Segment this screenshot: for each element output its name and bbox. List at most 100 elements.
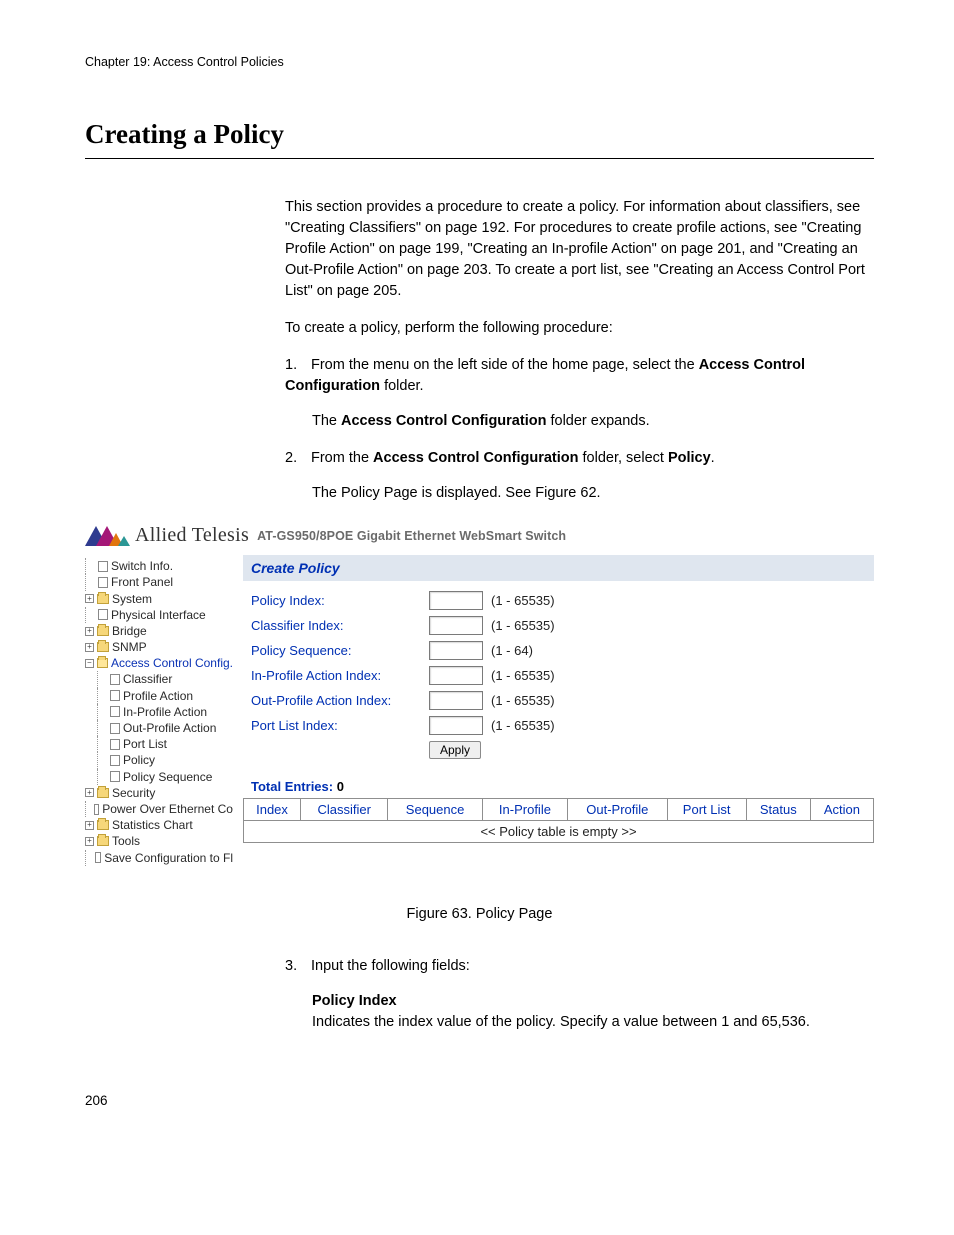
input-policy-index[interactable] (429, 591, 483, 610)
tree-bridge[interactable]: Bridge (112, 623, 147, 639)
tree-system[interactable]: System (112, 591, 152, 607)
page-icon (98, 561, 108, 572)
tree-snmp[interactable]: SNMP (112, 639, 147, 655)
intro-paragraph: This section provides a procedure to cre… (285, 197, 874, 302)
page-icon (98, 577, 108, 588)
col-classifier: Classifier (301, 799, 388, 821)
folder-icon (97, 788, 109, 798)
step-3-text: Input the following fields: (311, 958, 470, 974)
panel-title: Create Policy (251, 560, 340, 576)
step-3: 3.Input the following fields: Policy Ind… (285, 956, 874, 1033)
page-icon (110, 706, 120, 717)
product-header: Allied Telesis AT-GS950/8POE Gigabit Eth… (85, 524, 874, 547)
tree-access-control-config[interactable]: Access Control Config. (111, 655, 233, 671)
col-sequence: Sequence (388, 799, 482, 821)
col-in-profile: In-Profile (482, 799, 567, 821)
policy-table: Index Classifier Sequence In-Profile Out… (243, 798, 874, 843)
input-policy-sequence[interactable] (429, 641, 483, 660)
page-icon (110, 739, 120, 750)
step-2: 2.From the Access Control Configuration … (285, 448, 874, 504)
col-out-profile: Out-Profile (568, 799, 667, 821)
label-policy-sequence: Policy Sequence: (251, 643, 429, 658)
figure-policy-page: Allied Telesis AT-GS950/8POE Gigabit Eth… (85, 524, 874, 922)
total-entries: Total Entries: 0 (251, 779, 874, 794)
tree-out-profile-action[interactable]: Out-Profile Action (123, 720, 216, 736)
product-label: AT-GS950/8POE Gigabit Ethernet WebSmart … (257, 529, 566, 543)
input-classifier-index[interactable] (429, 616, 483, 635)
tree-profile-action[interactable]: Profile Action (123, 688, 193, 704)
range-classifier-index: (1 - 65535) (491, 618, 555, 633)
step-2-result: The Policy Page is displayed. See Figure… (312, 483, 874, 504)
expand-icon[interactable]: + (85, 837, 94, 846)
tree-tools[interactable]: Tools (112, 833, 140, 849)
tree-save-config[interactable]: Save Configuration to Fl (104, 850, 233, 866)
page-icon (94, 804, 100, 815)
col-index: Index (244, 799, 301, 821)
step-1: 1.From the menu on the left side of the … (285, 355, 874, 432)
running-header: Chapter 19: Access Control Policies (85, 55, 874, 69)
tree-poe[interactable]: Power Over Ethernet Co (102, 801, 233, 817)
title-rule (85, 158, 874, 159)
col-action: Action (810, 799, 873, 821)
label-classifier-index: Classifier Index: (251, 618, 429, 633)
page-icon (110, 771, 120, 782)
input-out-profile-index[interactable] (429, 691, 483, 710)
tree-front-panel[interactable]: Front Panel (111, 574, 173, 590)
folder-icon (97, 626, 109, 636)
step-1-result: The Access Control Configuration folder … (312, 411, 874, 432)
apply-button[interactable]: Apply (429, 741, 481, 759)
range-port-list-index: (1 - 65535) (491, 718, 555, 733)
step-2-num: 2. (285, 448, 311, 469)
range-policy-index: (1 - 65535) (491, 593, 555, 608)
step-1-num: 1. (285, 355, 311, 376)
label-out-profile-index: Out-Profile Action Index: (251, 693, 429, 708)
step-3-num: 3. (285, 956, 311, 977)
field-definition-policy-index: Policy Index Indicates the index value o… (312, 991, 874, 1033)
folder-icon (97, 594, 109, 604)
page-icon (95, 852, 102, 863)
input-port-list-index[interactable] (429, 716, 483, 735)
folder-icon (97, 642, 109, 652)
step-2-text: From the Access Control Configuration fo… (311, 450, 715, 466)
tree-classifier[interactable]: Classifier (123, 671, 172, 687)
tree-policy[interactable]: Policy (123, 752, 155, 768)
figure-caption: Figure 63. Policy Page (85, 906, 874, 922)
folder-open-icon (97, 658, 108, 668)
expand-icon[interactable]: + (85, 788, 94, 797)
col-status: Status (746, 799, 810, 821)
expand-icon[interactable]: + (85, 643, 94, 652)
expand-icon[interactable]: + (85, 594, 94, 603)
field-name: Policy Index (312, 991, 874, 1012)
folder-icon (97, 836, 109, 846)
label-port-list-index: Port List Index: (251, 718, 429, 733)
page-icon (98, 609, 108, 620)
page-icon (110, 674, 120, 685)
tree-statistics-chart[interactable]: Statistics Chart (112, 817, 193, 833)
tree-switch-info[interactable]: Switch Info. (111, 558, 173, 574)
label-in-profile-index: In-Profile Action Index: (251, 668, 429, 683)
range-in-profile-index: (1 - 65535) (491, 668, 555, 683)
tree-policy-sequence[interactable]: Policy Sequence (123, 769, 212, 785)
range-out-profile-index: (1 - 65535) (491, 693, 555, 708)
expand-icon[interactable]: + (85, 821, 94, 830)
procedure-lead: To create a policy, perform the followin… (285, 318, 874, 339)
page-number: 206 (85, 1093, 874, 1108)
input-in-profile-index[interactable] (429, 666, 483, 685)
collapse-icon[interactable]: − (85, 659, 94, 668)
nav-tree: Switch Info. Front Panel + System Physica… (85, 555, 233, 866)
page-icon (110, 690, 120, 701)
tree-physical-interface[interactable]: Physical Interface (111, 607, 206, 623)
brand-name: Allied Telesis (135, 524, 249, 547)
tree-security[interactable]: Security (112, 785, 155, 801)
step-1-text: From the menu on the left side of the ho… (285, 357, 805, 394)
tree-port-list[interactable]: Port List (123, 736, 167, 752)
expand-icon[interactable]: + (85, 627, 94, 636)
table-empty-row: << Policy table is empty >> (244, 821, 874, 843)
page-icon (110, 755, 120, 766)
col-port-list: Port List (667, 799, 746, 821)
folder-icon (97, 820, 109, 830)
tree-in-profile-action[interactable]: In-Profile Action (123, 704, 207, 720)
allied-telesis-logo-icon (85, 526, 127, 546)
label-policy-index: Policy Index: (251, 593, 429, 608)
field-description: Indicates the index value of the policy.… (312, 1014, 810, 1030)
